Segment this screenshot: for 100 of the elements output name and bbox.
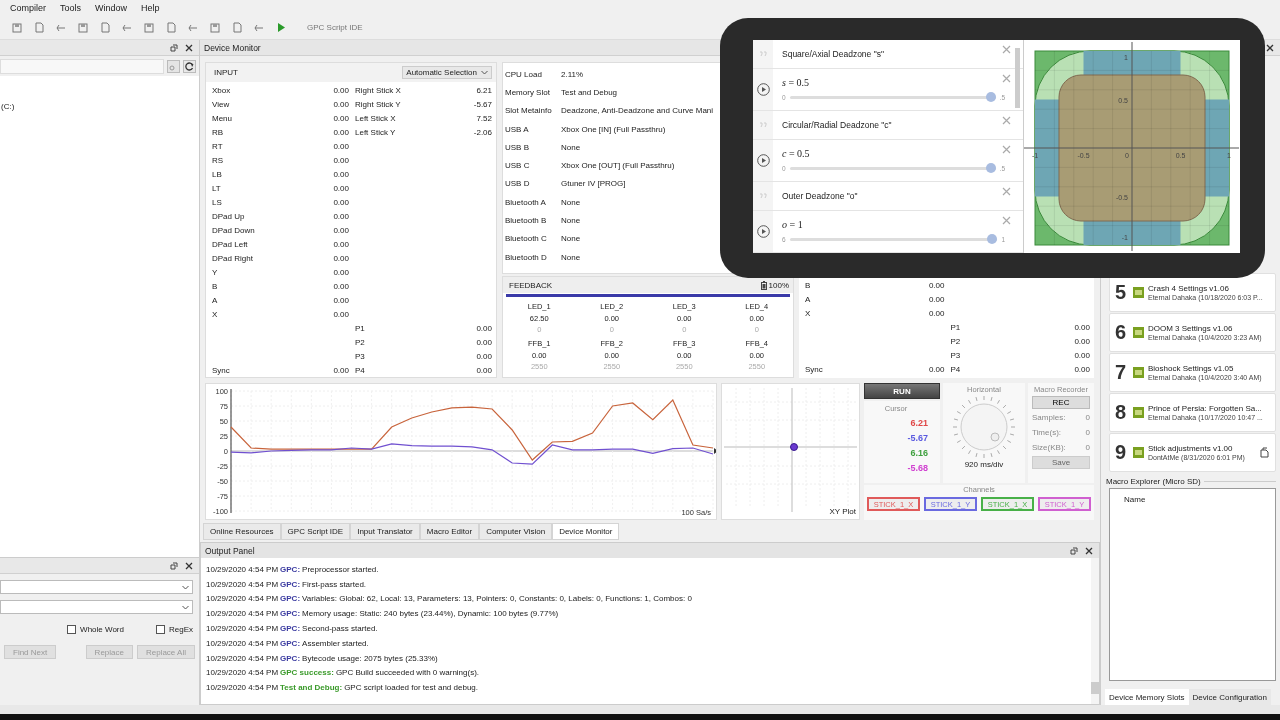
tab[interactable]: Device Monitor	[552, 523, 620, 540]
restore-icon[interactable]	[170, 43, 178, 52]
note-text[interactable]: Square/Axial Deadzone "s"	[782, 49, 884, 59]
info-value: Gtuner IV [PROG]	[561, 179, 626, 189]
play-icon[interactable]	[276, 22, 286, 33]
log-message: Preprocessor started.	[302, 564, 379, 574]
input-label: Left Stick Y	[355, 127, 397, 137]
tab[interactable]: Input Translator	[350, 523, 420, 540]
slider-equation[interactable]: c = 0.5	[782, 148, 1005, 159]
info-label: CPU Load	[505, 69, 543, 79]
chip-icon	[1133, 367, 1144, 378]
replace-dropdown[interactable]	[0, 600, 193, 614]
info-value: Xbox One [IN] (Full Passthru)	[561, 124, 666, 134]
scrollbar[interactable]	[1091, 558, 1099, 704]
tree-item[interactable]: (C:)	[0, 102, 15, 111]
caret-icon	[481, 70, 488, 75]
slider-track[interactable]	[789, 163, 996, 173]
info-value: Xbox One [OUT] (Full Passthru)	[561, 161, 675, 171]
stat-value: 0	[1085, 428, 1090, 437]
save-icon[interactable]	[12, 22, 23, 33]
file-icon[interactable]	[1260, 447, 1269, 458]
input-value: 0.00	[475, 337, 492, 347]
close-icon[interactable]	[185, 561, 193, 570]
menu-item[interactable]: Help	[141, 3, 160, 13]
plot-label: XY Plot	[829, 507, 856, 516]
info-value: None	[561, 142, 581, 152]
stat-label: Size(KB):	[1032, 443, 1066, 452]
slider-track[interactable]	[789, 234, 998, 244]
find-dropdown[interactable]	[0, 580, 193, 594]
chip-icon	[1133, 287, 1144, 298]
restore-icon[interactable]	[1070, 546, 1078, 555]
output-value: 0.00	[1073, 364, 1090, 374]
run-button[interactable]: RUN	[864, 383, 940, 399]
slot-number: 7	[1115, 361, 1128, 384]
input-label: LB	[212, 169, 223, 179]
new-file-icon[interactable]	[34, 22, 45, 33]
checkbox-option[interactable]: Whole Word	[67, 625, 124, 634]
play-icon[interactable]	[756, 83, 770, 96]
close-icon[interactable]	[1266, 43, 1274, 52]
slider-track[interactable]	[789, 92, 996, 102]
input-value: 0.00	[332, 295, 349, 305]
close-icon[interactable]	[185, 43, 193, 52]
input-value: 0.00	[332, 113, 349, 123]
column-header[interactable]: Name	[1124, 495, 1146, 504]
trigger-marker[interactable]	[714, 448, 716, 454]
input-label: Right Stick Y	[355, 99, 402, 109]
slider-equation[interactable]: o = 1	[782, 219, 1005, 230]
knob-drawing[interactable]	[951, 396, 1017, 458]
input-label: P2	[355, 337, 366, 347]
note-text[interactable]: Circular/Radial Deadzone "c"	[782, 120, 892, 130]
input-value: 0.00	[332, 155, 349, 165]
info-label: Bluetooth A	[505, 197, 547, 207]
input-value: 0.00	[332, 281, 349, 291]
tab[interactable]: Macro Editor	[419, 523, 480, 540]
log-message: Variables: Global: 62, Local: 13, Parameters: 13, Pointers: 0, Constants: 0, Labels: 0, Functions: 1, Combos: 0	[302, 594, 692, 604]
toolbar-label: GPC Script IDE	[307, 23, 363, 32]
checkbox[interactable]	[156, 625, 165, 634]
tab[interactable]: Computer Vision	[479, 523, 553, 540]
input-value: 0.00	[475, 323, 492, 333]
log-source: GPC:	[280, 579, 301, 589]
info-label: Slot Metainfo	[505, 106, 553, 116]
log-time: 10/29/2020 4:54 PM	[206, 683, 279, 693]
info-label: Memory Slot	[505, 87, 551, 97]
output-value: 0.00	[927, 364, 945, 374]
log-message: Second-pass started.	[302, 624, 378, 634]
menu-item[interactable]: Compiler	[10, 3, 46, 13]
menu-item[interactable]: Tools	[60, 3, 82, 13]
checkbox[interactable]	[67, 625, 77, 634]
info-value: None	[561, 252, 581, 262]
input-value: 6.21	[475, 85, 492, 95]
output-value: 0.00	[927, 280, 945, 290]
device-selector[interactable]: Automatic Selection	[402, 66, 492, 79]
cursor-value: 6.16	[910, 447, 928, 460]
info-label: USB C	[505, 161, 531, 171]
tab[interactable]: GPC Script IDE	[280, 523, 351, 540]
input-value: 0.00	[332, 253, 349, 263]
input-value: 0.00	[332, 267, 349, 277]
refresh-icon[interactable]	[183, 59, 196, 73]
restore-icon[interactable]	[170, 561, 178, 570]
log-message: GPC script loaded for test and debug.	[344, 683, 478, 693]
tab[interactable]: Device Configuration	[1188, 689, 1271, 705]
search-field[interactable]	[0, 58, 164, 74]
group-title: Macro Explorer (Micro SD)	[1106, 476, 1201, 486]
info-value: None	[561, 234, 581, 244]
log-message: First-pass started.	[302, 579, 367, 589]
input-value: 0.00	[332, 85, 349, 95]
menu-item[interactable]: Window	[95, 3, 128, 13]
tab[interactable]: Online Resources	[203, 523, 281, 540]
quote-icon	[759, 122, 767, 128]
record-button[interactable]: REC	[1032, 396, 1090, 409]
file-list[interactable]: Name	[1109, 488, 1276, 681]
note-text[interactable]: Outer Deadzone "o"	[782, 191, 858, 201]
slider-equation[interactable]: s = 0.5	[782, 77, 1005, 88]
play-icon[interactable]	[756, 225, 770, 238]
close-icon[interactable]	[1085, 546, 1093, 555]
input-label: DPad Down	[212, 225, 256, 235]
play-icon[interactable]	[756, 154, 770, 167]
tab[interactable]: Device Memory Slots	[1105, 689, 1189, 705]
slot-number: 6	[1115, 321, 1128, 344]
checkbox-option[interactable]: RegEx	[156, 625, 193, 634]
